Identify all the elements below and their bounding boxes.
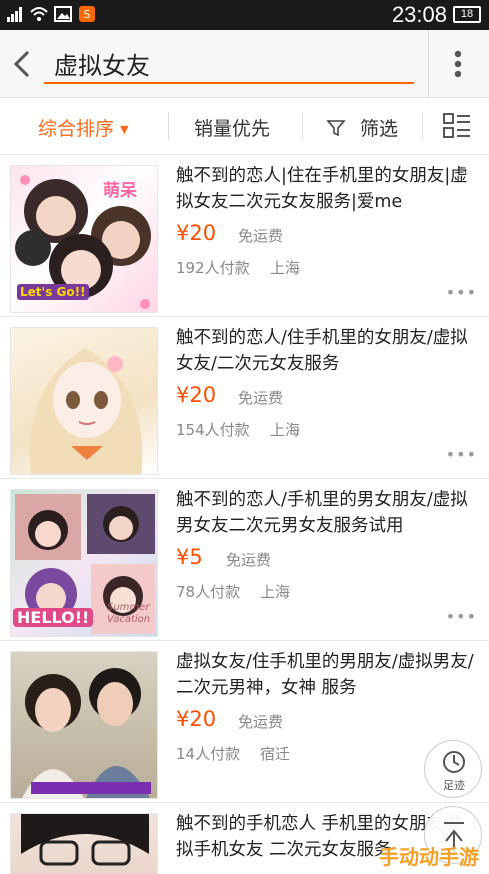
filter-label: 筛选: [360, 118, 399, 140]
seller-location: 宿迁: [260, 745, 291, 763]
product-title: 触不到的恋人/手机里的男女朋友/虚拟男女友二次元男女友服务试用: [176, 490, 468, 536]
more-options-icon[interactable]: •••: [446, 445, 477, 464]
watermark: 手动动手游: [379, 845, 479, 869]
status-icons: S: [6, 5, 96, 23]
sort-divider: [168, 112, 169, 140]
app-notification-icon: S: [79, 6, 95, 22]
clock: 23:08: [391, 2, 447, 27]
caret-down-icon: ▼: [120, 123, 129, 136]
header-divider: [428, 30, 429, 98]
footprint-label: 足迹: [443, 779, 465, 792]
seller-location: 上海: [270, 259, 301, 277]
thumbnail-caption: Summer Vacation: [107, 602, 151, 625]
more-vertical-icon[interactable]: [446, 48, 470, 80]
search-input[interactable]: 虚拟女友: [44, 40, 414, 84]
back-arrow-icon[interactable]: [8, 48, 38, 80]
product-price: ¥20: [176, 221, 217, 245]
product-item[interactable]: 触不到的恋人/住手机里的女朋友/虚拟女友/二次元女友服务 ¥20 免运费 154…: [0, 317, 489, 479]
more-options-icon[interactable]: •••: [446, 283, 477, 302]
footprint-button[interactable]: 足迹: [424, 740, 482, 798]
filter-funnel-icon: [326, 120, 346, 137]
thumbnail-caption: Let's Go!!: [17, 284, 89, 300]
sort-comprehensive-label: 综合排序: [38, 118, 115, 140]
sort-bar: 综合排序 ▼ 销量优先 筛选: [0, 98, 489, 155]
product-thumbnail[interactable]: [10, 813, 158, 874]
product-title: 触不到的恋人/住手机里的女朋友/虚拟女友/二次元女友服务: [176, 328, 468, 374]
thumbnail-caption: 萌呆: [103, 181, 137, 201]
product-title: 触不到的恋人|住在手机里的女朋友|虚拟女友二次元女友服务|爱me: [176, 166, 468, 212]
seller-location: 上海: [260, 583, 291, 601]
product-thumbnail[interactable]: [10, 651, 158, 799]
shipping-info: 免运费: [238, 713, 284, 731]
couple-photo-image: [22, 668, 151, 798]
anime-girl-image: [29, 348, 143, 474]
sold-count: 154人付款: [176, 421, 250, 439]
shipping-info: 免运费: [238, 227, 284, 245]
sort-comprehensive-button[interactable]: 综合排序 ▼: [38, 114, 129, 141]
list-view-icon[interactable]: [442, 112, 472, 140]
wifi-icon: [30, 7, 48, 21]
product-photo-image: [21, 814, 149, 866]
image-icon: [54, 6, 72, 22]
sold-count: 14人付款: [176, 745, 241, 763]
product-price: ¥20: [176, 707, 217, 731]
thumbnail-caption: HELLO!!: [13, 608, 94, 627]
search-header: 虚拟女友: [0, 30, 489, 98]
search-query: 虚拟女友: [54, 52, 150, 80]
battery-indicator: 18: [453, 6, 481, 23]
svg-text:S: S: [84, 8, 91, 21]
product-thumbnail[interactable]: HELLO!! Summer Vacation: [10, 489, 158, 637]
seller-location: 上海: [270, 421, 301, 439]
status-bar: S 23:08 18: [0, 0, 489, 30]
product-item[interactable]: 萌呆 Let's Go!! 触不到的恋人|住在手机里的女朋友|虚拟女友二次元女友…: [0, 155, 489, 317]
sort-sales-button[interactable]: 销量优先: [194, 114, 270, 141]
sort-divider: [422, 112, 423, 140]
sort-divider: [302, 112, 303, 140]
shipping-info: 免运费: [226, 551, 272, 569]
product-price: ¥20: [176, 383, 217, 407]
signal-icon: [7, 7, 22, 22]
product-thumbnail[interactable]: 萌呆 Let's Go!!: [10, 165, 158, 313]
product-price: ¥5: [176, 545, 203, 569]
product-thumbnail[interactable]: [10, 327, 158, 475]
filter-button[interactable]: 筛选: [326, 114, 398, 141]
more-options-icon[interactable]: •••: [446, 607, 477, 626]
product-item[interactable]: 虚拟女友/住手机里的男朋友/虚拟男友/二次元男神，女神 服务 ¥20 免运费 1…: [0, 641, 489, 803]
sold-count: 192人付款: [176, 259, 250, 277]
product-title: 虚拟女友/住手机里的男朋友/虚拟男友/二次元男神，女神 服务: [176, 652, 474, 698]
shipping-info: 免运费: [238, 389, 284, 407]
product-item[interactable]: HELLO!! Summer Vacation 触不到的恋人/手机里的男女朋友/…: [0, 479, 489, 641]
sold-count: 78人付款: [176, 583, 241, 601]
